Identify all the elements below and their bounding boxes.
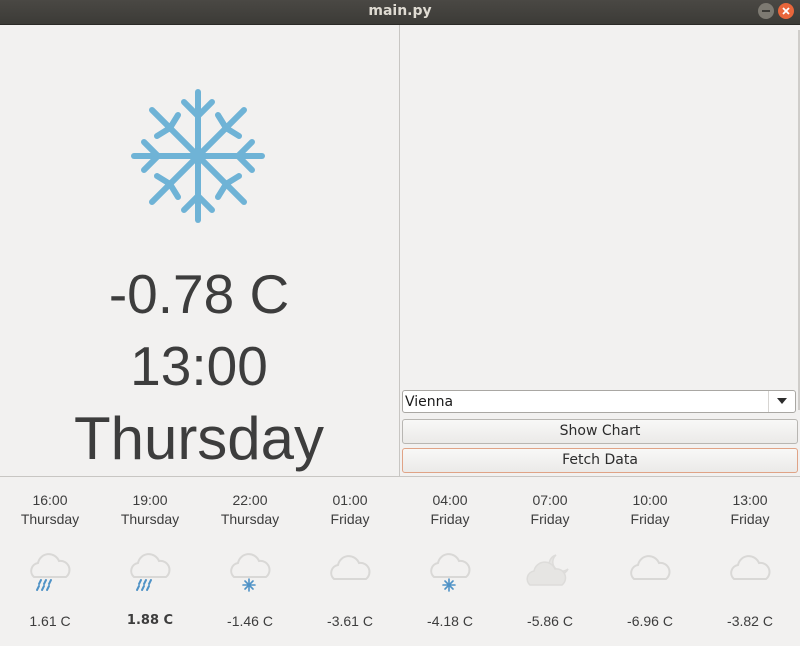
forecast-temperature: -6.96 C — [627, 613, 673, 629]
forecast-temperature: 1.88 C — [126, 613, 174, 628]
forecast-time: 07:00 — [532, 492, 568, 508]
forecast-item: 04:00 Friday -4.18 C — [400, 477, 500, 646]
forecast-day: Friday — [530, 511, 570, 527]
forecast-item: 16:00 Thursday 1.61 C — [0, 477, 100, 646]
city-select-value: Vienna — [405, 394, 454, 410]
forecast-temperature: -1.46 C — [227, 613, 273, 629]
forecast-temperature: 1.61 C — [29, 613, 71, 629]
cloud-rain-icon — [30, 553, 71, 591]
forecast-item: 22:00 Thursday -1.46 C — [200, 477, 300, 646]
forecast-time: 04:00 — [432, 492, 468, 508]
forecast-time: 13:00 — [732, 492, 768, 508]
minimize-icon — [762, 10, 770, 12]
forecast-time: 01:00 — [332, 492, 368, 508]
forecast-time: 19:00 — [132, 492, 168, 508]
cloud-snow-icon — [430, 553, 471, 592]
city-select[interactable]: Vienna — [402, 390, 796, 413]
forecast-item: 10:00 Friday -6.96 C — [600, 477, 700, 646]
forecast-temperature: -5.86 C — [527, 613, 573, 629]
forecast-strip: 16:00 Thursday 1.61 C 19:00 Thursday 1.8… — [0, 477, 800, 646]
current-temperature: -0.78 C — [108, 263, 290, 325]
forecast-temperature: -4.18 C — [427, 613, 473, 629]
close-icon — [782, 7, 790, 15]
window-titlebar: main.py — [0, 0, 800, 25]
cloud-icon — [730, 555, 771, 580]
forecast-day: Friday — [330, 511, 370, 527]
snowflake-icon — [131, 89, 265, 223]
window-title: main.py — [368, 3, 432, 19]
forecast-day: Thursday — [220, 511, 280, 527]
minimize-button[interactable] — [758, 3, 774, 19]
forecast-day: Thursday — [120, 511, 180, 527]
forecast-item: 07:00 Friday -5.86 C — [500, 477, 600, 646]
forecast-temperature: -3.82 C — [727, 613, 773, 629]
current-time: 13:00 — [130, 335, 268, 397]
cloud-moon-icon — [526, 554, 569, 586]
chevron-down-icon — [777, 398, 787, 404]
forecast-item: 19:00 Thursday 1.88 C — [100, 477, 200, 646]
forecast-time: 22:00 — [232, 492, 268, 508]
forecast-time: 10:00 — [632, 492, 668, 508]
forecast-temperature: -3.61 C — [327, 613, 373, 629]
forecast-day: Friday — [630, 511, 670, 527]
forecast-day: Friday — [730, 511, 770, 527]
cloud-rain-icon — [130, 553, 171, 591]
forecast-time: 16:00 — [32, 492, 68, 508]
current-day: Thursday — [73, 405, 325, 472]
forecast-day: Friday — [430, 511, 470, 527]
cloud-icon — [330, 555, 371, 580]
fetch-data-button[interactable]: Fetch Data — [402, 448, 798, 473]
forecast-item: 13:00 Friday -3.82 C — [700, 477, 800, 646]
show-chart-button[interactable]: Show Chart — [402, 419, 798, 444]
dropdown-arrow[interactable] — [768, 391, 795, 412]
cloud-icon — [630, 555, 671, 580]
close-button[interactable] — [778, 3, 794, 19]
cloud-snow-icon — [230, 553, 271, 592]
forecast-item: 01:00 Friday -3.61 C — [300, 477, 400, 646]
forecast-day: Thursday — [20, 511, 80, 527]
vertical-divider — [399, 25, 400, 476]
